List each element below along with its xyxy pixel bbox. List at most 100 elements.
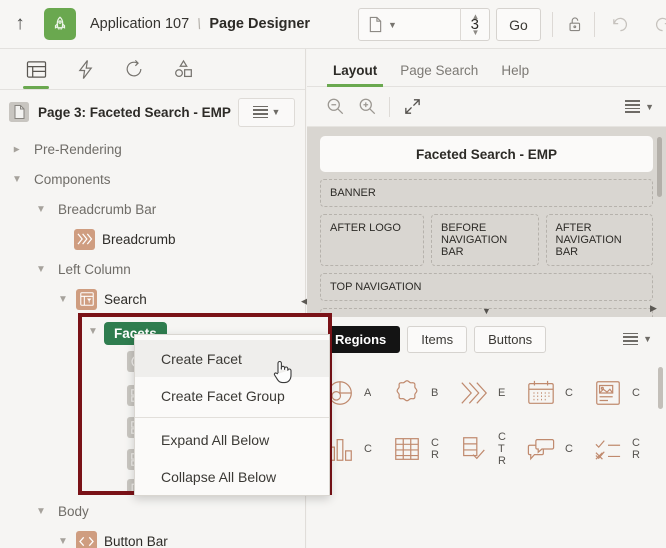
gallery-item-badge-list[interactable]: B [386,365,453,421]
tree-node-breadcrumb[interactable]: Breadcrumb [0,224,305,254]
redo-icon[interactable] [648,10,666,39]
code-icon [76,530,97,548]
breadcrumb-separator: \ [195,15,204,33]
gallery-item-interactive-report[interactable]: C R [386,421,453,477]
tree-node-body[interactable]: ▼ Body [0,496,305,526]
chevron-down-icon[interactable]: ▼ [388,20,397,30]
canvas-nav-row: AFTER LOGO BEFORE NAVIGATION BAR AFTER N… [320,214,653,266]
canvas-before-navigation-bar[interactable]: BEFORE NAVIGATION BAR [431,214,539,266]
tree-node-components[interactable]: ▼ Components [0,164,305,194]
right-pane: Layout Page Search Help ▼ Faceted Search… [307,49,666,548]
tab-buttons[interactable]: Buttons [474,325,547,353]
context-menu: Create Facet Create Facet Group Expand A… [134,334,330,496]
tree-label: Breadcrumb Bar [58,201,157,217]
chevron-down-icon[interactable]: ▼ [82,326,104,337]
gallery-item-card[interactable]: C [587,365,654,421]
undo-icon[interactable] [604,10,634,39]
tree-node-search[interactable]: ▼ Search [0,284,305,314]
tab-rendering[interactable] [14,49,58,89]
chevron-down-icon: ▼ [271,107,281,117]
stepper-up-icon[interactable]: ▲ [472,12,480,21]
tasks-icon [587,436,629,462]
tab-processing[interactable] [112,49,156,89]
gallery-item-checklist[interactable]: C T R [453,421,520,477]
chevron-down-icon[interactable]: ▼ [6,174,28,185]
tab-shared-components[interactable] [161,49,205,89]
menu-item-create-facet-group[interactable]: Create Facet Group [135,377,329,414]
page-document-icon [8,101,30,123]
gallery-item-label: B [431,387,439,399]
collapse-right-arrow-icon[interactable]: ▶ [648,295,659,321]
tree-label: Pre-Rendering [34,141,122,157]
canvas-after-navigation-bar[interactable]: AFTER NAVIGATION BAR [545,214,653,266]
layout-toolbar: ▼ [307,87,666,127]
menu-item-collapse-all-below[interactable]: Collapse All Below [135,458,329,495]
tree-node-breadcrumb-bar[interactable]: ▼ Breadcrumb Bar [0,194,305,224]
tree-label: Button Bar [104,533,168,548]
tree-node-pre-rendering[interactable]: ▼ Pre-Rendering [0,134,305,164]
canvas-banner[interactable]: BANNER [320,179,653,207]
menu-item-create-facet[interactable]: Create Facet [135,340,329,377]
tree-label: Breadcrumb [102,231,176,247]
tab-page-search[interactable]: Page Search [390,63,488,86]
zoom-in-icon[interactable] [351,91,383,123]
tab-help[interactable]: Help [491,63,539,86]
gallery-item-breadcrumb[interactable]: E [453,365,520,421]
go-button[interactable]: Go [496,8,541,41]
gallery-grid: A B E C C C C R C T R C C R [307,361,666,477]
hamburger-menu-icon [623,332,639,346]
page-designer-window: ↑ Application 107 \ Page Designer ▼ 3 ▲ … [0,0,666,548]
tab-items[interactable]: Items [407,325,468,353]
gallery-scrollbar[interactable] [658,367,663,409]
zoom-out-icon[interactable] [319,91,351,123]
menu-item-expand-all-below[interactable]: Expand All Below [135,421,329,458]
card-icon [587,378,629,408]
tab-layout[interactable]: Layout [323,63,387,87]
breadcrumb-current: Page Designer [209,16,311,32]
layout-menu-button[interactable]: ▼ [625,100,654,113]
layout-canvas: Faceted Search - EMP BANNER AFTER LOGO B… [307,127,666,317]
canvas-top-navigation[interactable]: TOP NAVIGATION [320,273,653,301]
gallery-item-label: C R [632,437,640,461]
tree-node-left-column[interactable]: ▼ Left Column [0,254,305,284]
expand-diagonal-icon[interactable] [396,91,428,123]
chevron-down-icon[interactable]: ▼ [307,306,666,316]
toolbar-divider [389,96,390,117]
gallery-item-comments[interactable]: C [520,421,587,477]
page-number-stepper[interactable]: ▲ ▼ [460,8,490,41]
stepper-down-icon[interactable]: ▼ [472,28,480,37]
chevron-down-icon[interactable]: ▼ [30,204,52,215]
gallery-menu-button[interactable]: ▼ [623,332,652,346]
chevron-down-icon[interactable]: ▼ [52,536,74,547]
chevron-down-icon[interactable]: ▼ [30,264,52,275]
checklist-icon [453,434,495,464]
canvas-after-logo[interactable]: AFTER LOGO [320,214,424,266]
left-pane-tabs [0,49,305,90]
chevron-right-icon[interactable]: ▼ [12,138,23,160]
menu-separator [135,417,329,418]
canvas-scrollbar[interactable] [657,137,662,197]
search-region-icon [76,288,97,310]
top-bar: ↑ Application 107 \ Page Designer ▼ 3 ▲ … [0,0,666,49]
tab-regions[interactable]: Regions [321,325,401,353]
gallery-item-calendar[interactable]: C [520,365,587,421]
tab-dynamic-actions[interactable] [63,49,107,89]
hamburger-menu-icon [252,105,268,119]
tree-label: Search [104,291,147,307]
chevron-down-icon[interactable]: ▼ [30,506,52,517]
gallery-item-tasks[interactable]: C R [587,421,654,477]
chevron-down-icon[interactable]: ▼ [52,294,74,305]
gallery-item-label: C T R [498,431,506,467]
gallery-item-label: C [632,387,640,399]
chevrons-icon [453,378,495,408]
page-icon [368,16,383,33]
tree-node-button-bar[interactable]: ▼ Button Bar [0,526,305,548]
up-arrow-icon[interactable]: ↑ [0,0,40,48]
breadcrumb-app[interactable]: Application 107 [90,16,189,32]
page-menu-button[interactable]: ▼ [238,97,295,127]
breadcrumb-icon [74,228,95,250]
component-gallery: Regions Items Buttons ▼ A B E C C C C R … [307,317,666,548]
unlock-icon[interactable] [558,10,588,39]
gallery-tabs: Regions Items Buttons ▼ [307,317,666,361]
rocket-icon[interactable] [44,8,76,40]
